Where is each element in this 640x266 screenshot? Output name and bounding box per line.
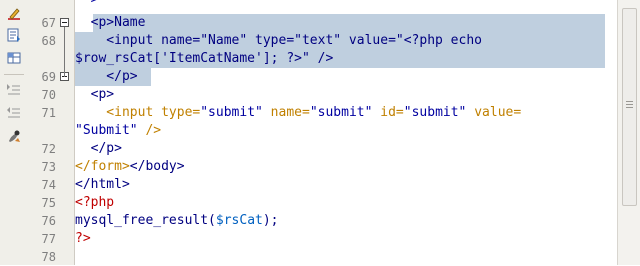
grid-icon[interactable] (6, 50, 22, 66)
code-token: </body> (129, 159, 185, 174)
line-number: 74 (41, 178, 56, 192)
line-number: 75 (41, 196, 56, 210)
editor-toolbar (0, 0, 29, 265)
code-token: $rsCat (215, 213, 263, 228)
line-number: 72 (41, 142, 56, 156)
line-number: 76 (41, 214, 56, 228)
code-token: "submit" (403, 105, 467, 120)
line-number: 68 (41, 34, 56, 48)
code-token: <p> (75, 87, 115, 102)
thumb-grip (626, 104, 633, 105)
code-token: "submit" (200, 105, 263, 120)
code-line: mysql_free_result($rsCat); (75, 212, 279, 230)
code-token: name= (262, 105, 310, 120)
thumb-grip (626, 107, 633, 108)
fold-range-line (64, 27, 65, 77)
code-line: </p> (75, 68, 138, 86)
toolbar-divider (4, 74, 24, 75)
code-token: ?> (75, 231, 91, 246)
outdent-icon[interactable] (6, 105, 22, 121)
code-token: mysql_free_result( (75, 213, 216, 228)
code-token: <?php (75, 195, 115, 210)
code-token: /> (137, 123, 162, 138)
code-line: $row_rsCat['ItemCatName']; ?>" /> (75, 50, 333, 68)
line-number: 78 (41, 250, 56, 264)
code-line: <input name="Name" type="text" value="<?… (75, 32, 482, 50)
code-line: <p> (75, 86, 115, 104)
code-token: </p> (75, 141, 122, 156)
code-token: value= (466, 105, 522, 120)
thumb-grip (626, 101, 633, 102)
code-line: ?> (75, 230, 91, 248)
code-line: </html> (75, 176, 130, 194)
format-brush-icon[interactable] (6, 128, 22, 144)
code-token: </form> (75, 159, 130, 174)
code-token: </p> (75, 69, 138, 84)
indent-icon[interactable] (6, 82, 22, 98)
code-line: "Submit" /> (75, 122, 161, 140)
code-token: <input type= (75, 105, 201, 120)
scrollbar-thumb[interactable] (622, 8, 637, 206)
code-line: <input type="submit" name="submit" id="s… (75, 104, 521, 122)
code-token: <p>Name (75, 15, 146, 30)
line-number: 71 (41, 106, 56, 120)
code-line: </form></body> (75, 158, 185, 176)
code-token: "Submit" (75, 123, 138, 138)
document-list-icon[interactable] (6, 27, 22, 43)
code-token: id= (372, 105, 404, 120)
line-number: 73 (41, 160, 56, 174)
code-token: $row_rsCat['ItemCatName']; ?>" /> (75, 51, 334, 66)
code-token: <input name="Name" type="text" value="<?… (75, 33, 482, 48)
code-line-partial: ""> (75, 0, 98, 9)
code-token: "submit" (309, 105, 373, 120)
code-line: <?php (75, 194, 114, 212)
line-number-gutter: 67 68 69 70 71 72 73 74 75 76 77 78 (28, 0, 75, 265)
line-number: 67 (41, 16, 56, 30)
line-number: 70 (41, 88, 56, 102)
fold-toggle-icon[interactable] (60, 18, 69, 27)
line-number: 77 (41, 232, 56, 246)
code-token: ); (262, 213, 279, 228)
code-line: </p> (75, 140, 122, 158)
pencil-icon[interactable] (6, 6, 22, 22)
vertical-scrollbar[interactable] (617, 0, 640, 265)
code-editor[interactable]: ""> <p>Name <input name="Name" type="tex… (75, 0, 605, 265)
selection-highlight (93, 14, 605, 32)
code-line: <p>Name (75, 14, 146, 32)
line-number: 69 (41, 70, 56, 84)
code-token: </html> (75, 177, 130, 192)
